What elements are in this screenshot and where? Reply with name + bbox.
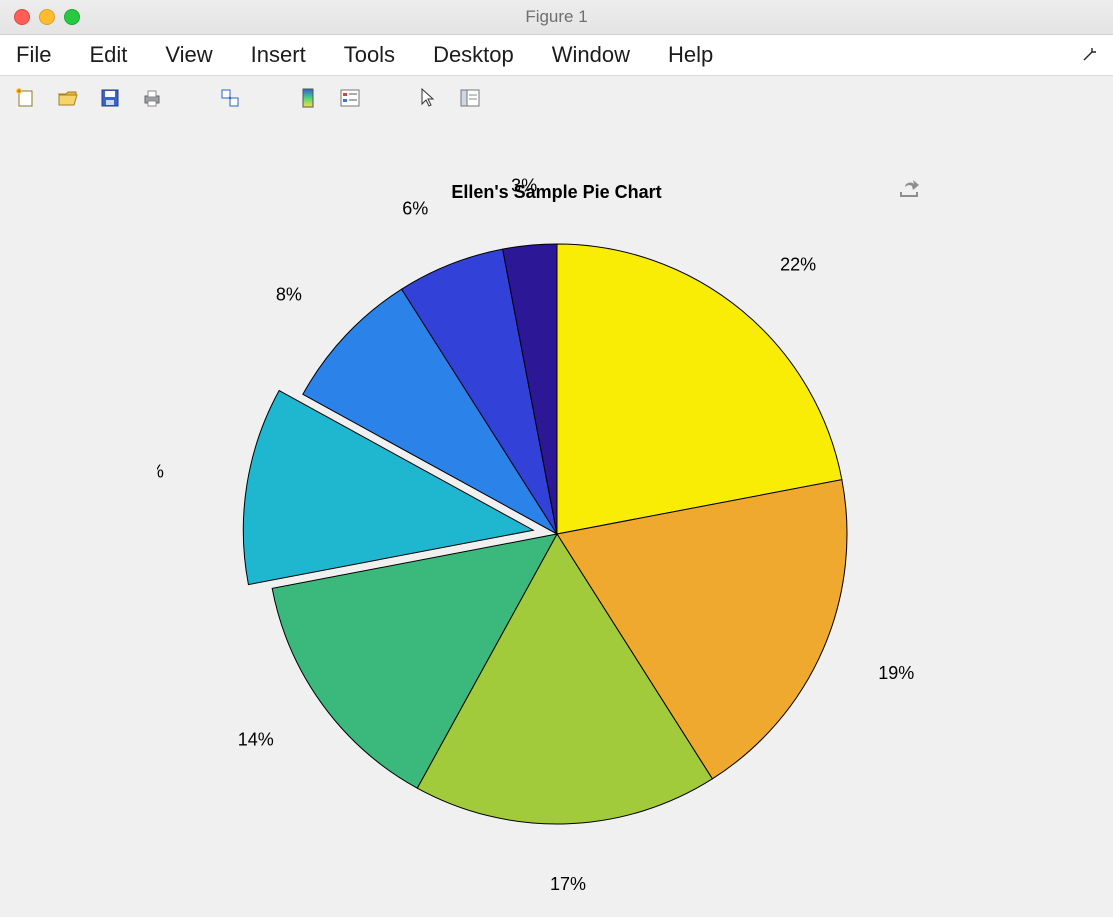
dock-icon[interactable] — [1083, 47, 1097, 64]
menubar: File Edit View Insert Tools Desktop Wind… — [0, 35, 1113, 76]
slice-label: 3% — [511, 176, 537, 196]
open-file-icon[interactable] — [54, 84, 82, 112]
slice-label: 8% — [275, 285, 301, 305]
menu-tools[interactable]: Tools — [344, 42, 395, 68]
figure-window: Figure 1 File Edit View Insert Tools Des… — [0, 0, 1113, 917]
toolbar — [0, 76, 1113, 121]
save-icon[interactable] — [96, 84, 124, 112]
slice-label: 19% — [878, 663, 914, 683]
axes-area: Ellen's Sample Pie Chart 22%19%17%14%11%… — [0, 120, 1113, 917]
slice-label: 22% — [780, 255, 816, 275]
window-controls — [14, 9, 80, 25]
pie-chart: 22% 19% 17% 14% 11% 8% 6% 3% — [157, 164, 957, 904]
legend-icon[interactable] — [336, 84, 364, 112]
menu-insert[interactable]: Insert — [251, 42, 306, 68]
minimize-icon[interactable] — [39, 9, 55, 25]
menu-view[interactable]: View — [165, 42, 212, 68]
slice-label: 14% — [237, 730, 273, 750]
menu-edit[interactable]: Edit — [89, 42, 127, 68]
maximize-icon[interactable] — [64, 9, 80, 25]
menu-window[interactable]: Window — [552, 42, 630, 68]
slice-label: 11% — [157, 462, 164, 482]
close-icon[interactable] — [14, 9, 30, 25]
titlebar: Figure 1 — [0, 0, 1113, 35]
link-icon[interactable] — [216, 84, 244, 112]
menu-desktop[interactable]: Desktop — [433, 42, 514, 68]
slice-label: 17% — [549, 874, 585, 894]
print-icon[interactable] — [138, 84, 166, 112]
slice-label: 6% — [402, 199, 428, 219]
pointer-icon[interactable] — [414, 84, 442, 112]
plot-tools-icon[interactable] — [456, 84, 484, 112]
window-title: Figure 1 — [0, 7, 1113, 27]
menu-file[interactable]: File — [16, 42, 51, 68]
new-figure-icon[interactable] — [12, 84, 40, 112]
menu-help[interactable]: Help — [668, 42, 713, 68]
colorbar-icon[interactable] — [294, 84, 322, 112]
